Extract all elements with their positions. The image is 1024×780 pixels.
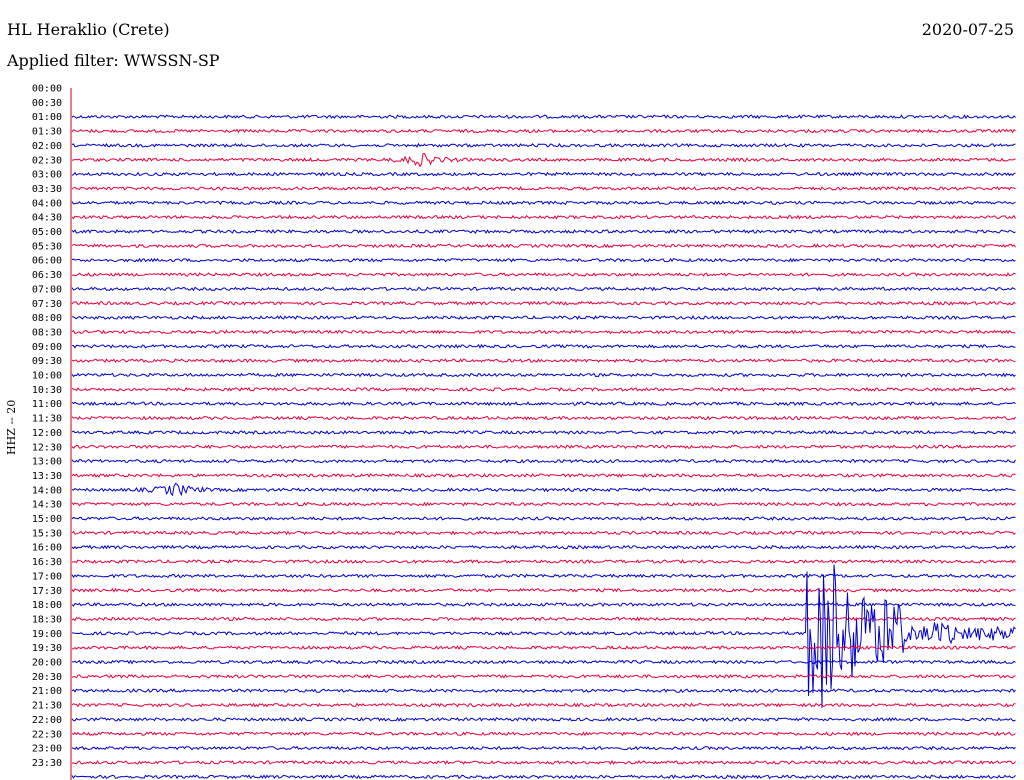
time-tick-label: 21:30 (32, 701, 62, 712)
time-tick-label: 02:00 (32, 141, 62, 152)
seismic-trace (71, 114, 1016, 120)
time-tick-label: 08:30 (32, 327, 62, 338)
seismogram-plot: 00:00 00:30 01:00 01:30 02:00 02:30 03:00 03:30… (32, 84, 1016, 780)
tick-labels: 00:00 00:30 01:00 01:30 02:00 02:30 03:00 03:30… (32, 84, 62, 769)
time-tick-label: 04:00 (32, 198, 62, 209)
seismic-trace (71, 329, 1016, 335)
seismic-trace (71, 444, 1016, 450)
time-tick-label: 18:30 (32, 614, 62, 625)
seismic-trace (71, 429, 1016, 435)
seismic-trace (72, 315, 1016, 320)
time-tick-label: 23:30 (32, 758, 62, 769)
seismic-trace (71, 458, 1016, 464)
seismic-trace (71, 343, 1016, 349)
time-tick-label: 22:00 (32, 715, 62, 726)
time-tick-label: 07:00 (32, 284, 62, 295)
seismic-trace (71, 482, 1016, 497)
time-tick-label: 04:30 (32, 213, 62, 224)
time-tick-label: 11:00 (32, 399, 62, 410)
time-tick-label: 17:00 (32, 571, 62, 582)
seismic-trace (71, 200, 1016, 206)
time-tick-label: 12:30 (32, 442, 62, 453)
seismic-trace (71, 544, 1016, 550)
time-tick-label: 06:30 (32, 270, 62, 281)
time-tick-label: 03:30 (32, 184, 62, 195)
seismic-trace (71, 602, 1016, 608)
seismic-trace (71, 501, 1016, 507)
time-tick-label: 16:30 (32, 557, 62, 568)
time-tick-label: 01:30 (32, 127, 62, 138)
time-tick-label: 21:00 (32, 686, 62, 697)
traces (71, 114, 1016, 780)
seismic-trace (71, 386, 1016, 392)
seismic-trace (71, 759, 1016, 765)
time-tick-label: 13:30 (32, 471, 62, 482)
time-tick-label: 20:00 (32, 658, 62, 669)
seismic-trace (71, 745, 1016, 751)
seismic-trace (71, 214, 1016, 220)
time-tick-label: 14:00 (32, 485, 62, 496)
seismic-trace (72, 645, 1016, 651)
seismic-trace (71, 142, 1016, 148)
time-tick-label: 11:30 (32, 414, 62, 425)
time-tick-label: 13:00 (32, 457, 62, 468)
seismic-trace (71, 515, 1016, 521)
seismic-trace (71, 257, 1016, 263)
seismic-trace (71, 774, 1016, 780)
time-tick-label: 12:00 (32, 428, 62, 439)
time-tick-label: 17:30 (32, 586, 62, 597)
time-tick-label: 19:30 (32, 643, 62, 654)
time-tick-label: 05:30 (32, 241, 62, 252)
seismic-trace (71, 587, 1016, 593)
seismic-trace (71, 415, 1016, 421)
time-tick-label: 07:30 (32, 299, 62, 310)
time-tick-label: 20:30 (32, 672, 62, 683)
seismic-trace (71, 358, 1016, 364)
time-tick-label: 23:00 (32, 744, 62, 755)
seismic-trace (71, 171, 1016, 177)
seismic-trace (71, 152, 1016, 168)
seismic-trace (72, 559, 1016, 564)
seismic-trace (71, 286, 1016, 292)
seismic-trace (71, 473, 1016, 478)
time-tick-label: 09:00 (32, 342, 62, 353)
seismic-trace (71, 530, 1016, 536)
time-tick-label: 00:00 (32, 84, 62, 95)
time-tick-label: 15:30 (32, 528, 62, 539)
seismic-trace (71, 300, 1016, 306)
time-tick-label: 01:00 (32, 112, 62, 123)
seismic-trace (71, 401, 1016, 407)
seismic-trace (71, 186, 1016, 191)
seismic-trace (71, 659, 1016, 665)
seismic-trace (71, 372, 1016, 378)
time-tick-label: 15:00 (32, 514, 62, 525)
seismic-trace (71, 128, 1016, 134)
time-tick-label: 14:30 (32, 500, 62, 511)
time-tick-label: 03:00 (32, 170, 62, 181)
time-tick-label: 02:30 (32, 155, 62, 166)
seismic-trace (71, 702, 1016, 708)
time-tick-label: 10:30 (32, 385, 62, 396)
time-tick-label: 08:00 (32, 313, 62, 324)
seismic-trace (71, 228, 1016, 234)
time-tick-label: 09:30 (32, 356, 62, 367)
time-tick-label: 16:00 (32, 543, 62, 554)
seismic-trace (71, 716, 1016, 722)
time-tick-label: 06:00 (32, 256, 62, 267)
time-tick-label: 19:00 (32, 629, 62, 640)
seismic-trace (71, 731, 1016, 737)
time-tick-label: 10:00 (32, 371, 62, 382)
seismic-trace (71, 573, 1016, 579)
seismic-trace (71, 674, 1016, 679)
seismic-trace (71, 688, 1016, 694)
seismic-trace (71, 243, 1016, 249)
seismic-trace (71, 272, 1016, 277)
time-tick-label: 05:00 (32, 227, 62, 238)
time-tick-label: 18:00 (32, 600, 62, 611)
time-tick-label: 22:30 (32, 729, 62, 740)
seismic-trace (71, 564, 1016, 709)
time-tick-label: 00:30 (32, 98, 62, 109)
